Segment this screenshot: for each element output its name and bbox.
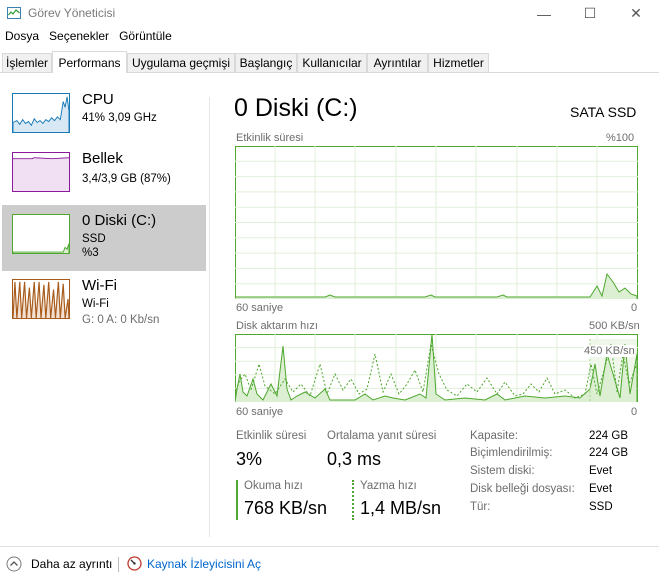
prop-value-system-disk: Evet [589,465,613,477]
prop-label-system-disk: Sistem diski: [470,465,535,477]
prop-label-page-file: Disk belleği dosyası: [470,483,575,495]
window-title: Görev Yöneticisi [28,6,116,20]
footer-divider [0,546,659,547]
response-time-label: Ortalama yanıt süresi [327,430,437,442]
tab-startup[interactable]: Başlangıç [235,53,297,72]
activity-chart-xlabel: 60 saniye [236,302,284,314]
write-speed-label: Yazma hızı [360,480,417,492]
menu-file[interactable]: Dosya [0,29,44,47]
sidebar-wifi-title: Wi-Fi [82,277,117,294]
transfer-chart-xlabel: 60 saniye [236,406,284,418]
footer-separator [118,557,119,572]
prop-value-capacity: 224 GB [589,430,628,442]
activity-chart-xmin: 0 [631,302,638,314]
sidebar-wifi-rates: G: 0 A: 0 Kb/sn [82,314,160,326]
less-details-button[interactable]: Daha az ayrıntı [6,556,112,572]
sidebar-disk-title: 0 Diski (C:) [82,212,157,229]
disk-thumbnail-graph [12,214,70,254]
response-time-value: 0,3 ms [327,449,382,469]
sidebar-cpu-sub: 41% 3,09 GHz [82,112,157,124]
activity-chart-max: %100 [606,132,635,144]
transfer-chart-label: Disk aktarım hızı [236,320,318,332]
activity-chart-label: Etkinlik süresi [236,132,304,144]
tab-services[interactable]: Hizmetler [428,53,489,72]
transfer-rate-chart [235,334,638,402]
prop-label-type: Tür: [470,501,491,513]
sidebar-item-wifi[interactable]: Wi-Fi Wi-Fi G: 0 A: 0 Kb/sn [2,270,206,336]
transfer-chart-xmin: 0 [631,406,638,418]
sidebar-memory-sub: 3,4/3,9 GB (87%) [82,173,171,185]
minimize-button[interactable]: — [521,0,567,27]
memory-thumbnail-graph [12,152,70,192]
prop-value-type: SSD [589,501,613,513]
resource-monitor-label: Kaynak İzleyicisini Aç [147,556,262,571]
task-manager-icon [7,7,21,19]
sidebar-item-memory[interactable]: Bellek 3,4/3,9 GB (87%) [2,143,206,209]
read-speed-label: Okuma hızı [244,480,303,492]
menu-bar: Dosya Seçenekler Görüntüle [0,29,177,47]
prop-label-capacity: Kapasite: [470,430,518,442]
title-bar: Görev Yöneticisi — ☐ ✕ [0,0,659,27]
menu-options[interactable]: Seçenekler [44,29,114,47]
page-title: 0 Diski (C:) [234,94,358,122]
prop-value-page-file: Evet [589,483,613,495]
sidebar-disk-usage: %3 [82,247,99,259]
less-details-label: Daha az ayrıntı [31,557,113,571]
tab-app-history[interactable]: Uygulama geçmişi [127,53,235,72]
chevron-up-icon [6,556,22,572]
transfer-chart-max: 500 KB/sn [589,320,640,332]
write-speed-marker [352,480,354,520]
disk-model: SATA SSD [570,104,637,120]
activity-time-chart [235,146,638,299]
prop-label-formatted: Biçimlendirilmiş: [470,447,553,459]
panel-divider [209,97,210,537]
menu-view[interactable]: Görüntüle [114,29,177,47]
active-time-label: Etkinlik süresi [236,430,307,442]
transfer-chart-marker: 450 KB/sn [584,345,635,357]
sidebar-item-cpu[interactable]: CPU 41% 3,09 GHz [2,84,206,150]
tab-processes[interactable]: İşlemler [2,53,52,72]
wifi-thumbnail-graph [12,279,70,319]
sidebar-wifi-sub: Wi-Fi [82,298,109,310]
prop-value-formatted: 224 GB [589,447,628,459]
active-time-value: 3% [236,449,263,469]
close-button[interactable]: ✕ [613,0,659,27]
tab-performance[interactable]: Performans [52,51,127,73]
write-speed-value: 1,4 MB/sn [360,498,442,518]
sidebar-item-disk[interactable]: 0 Diski (C:) SSD %3 [2,205,206,271]
sidebar-disk-type: SSD [82,233,106,245]
tab-details[interactable]: Ayrıntılar [367,53,428,72]
sidebar-memory-title: Bellek [82,150,123,167]
resource-monitor-icon [127,556,142,571]
read-speed-value: 768 KB/sn [244,498,328,518]
open-resource-monitor-link[interactable]: Kaynak İzleyicisini Aç [127,556,261,571]
read-speed-marker [236,480,238,520]
maximize-button[interactable]: ☐ [567,0,613,27]
sidebar-cpu-title: CPU [82,91,114,108]
cpu-thumbnail-graph [12,93,70,133]
tab-users[interactable]: Kullanıcılar [297,53,367,72]
